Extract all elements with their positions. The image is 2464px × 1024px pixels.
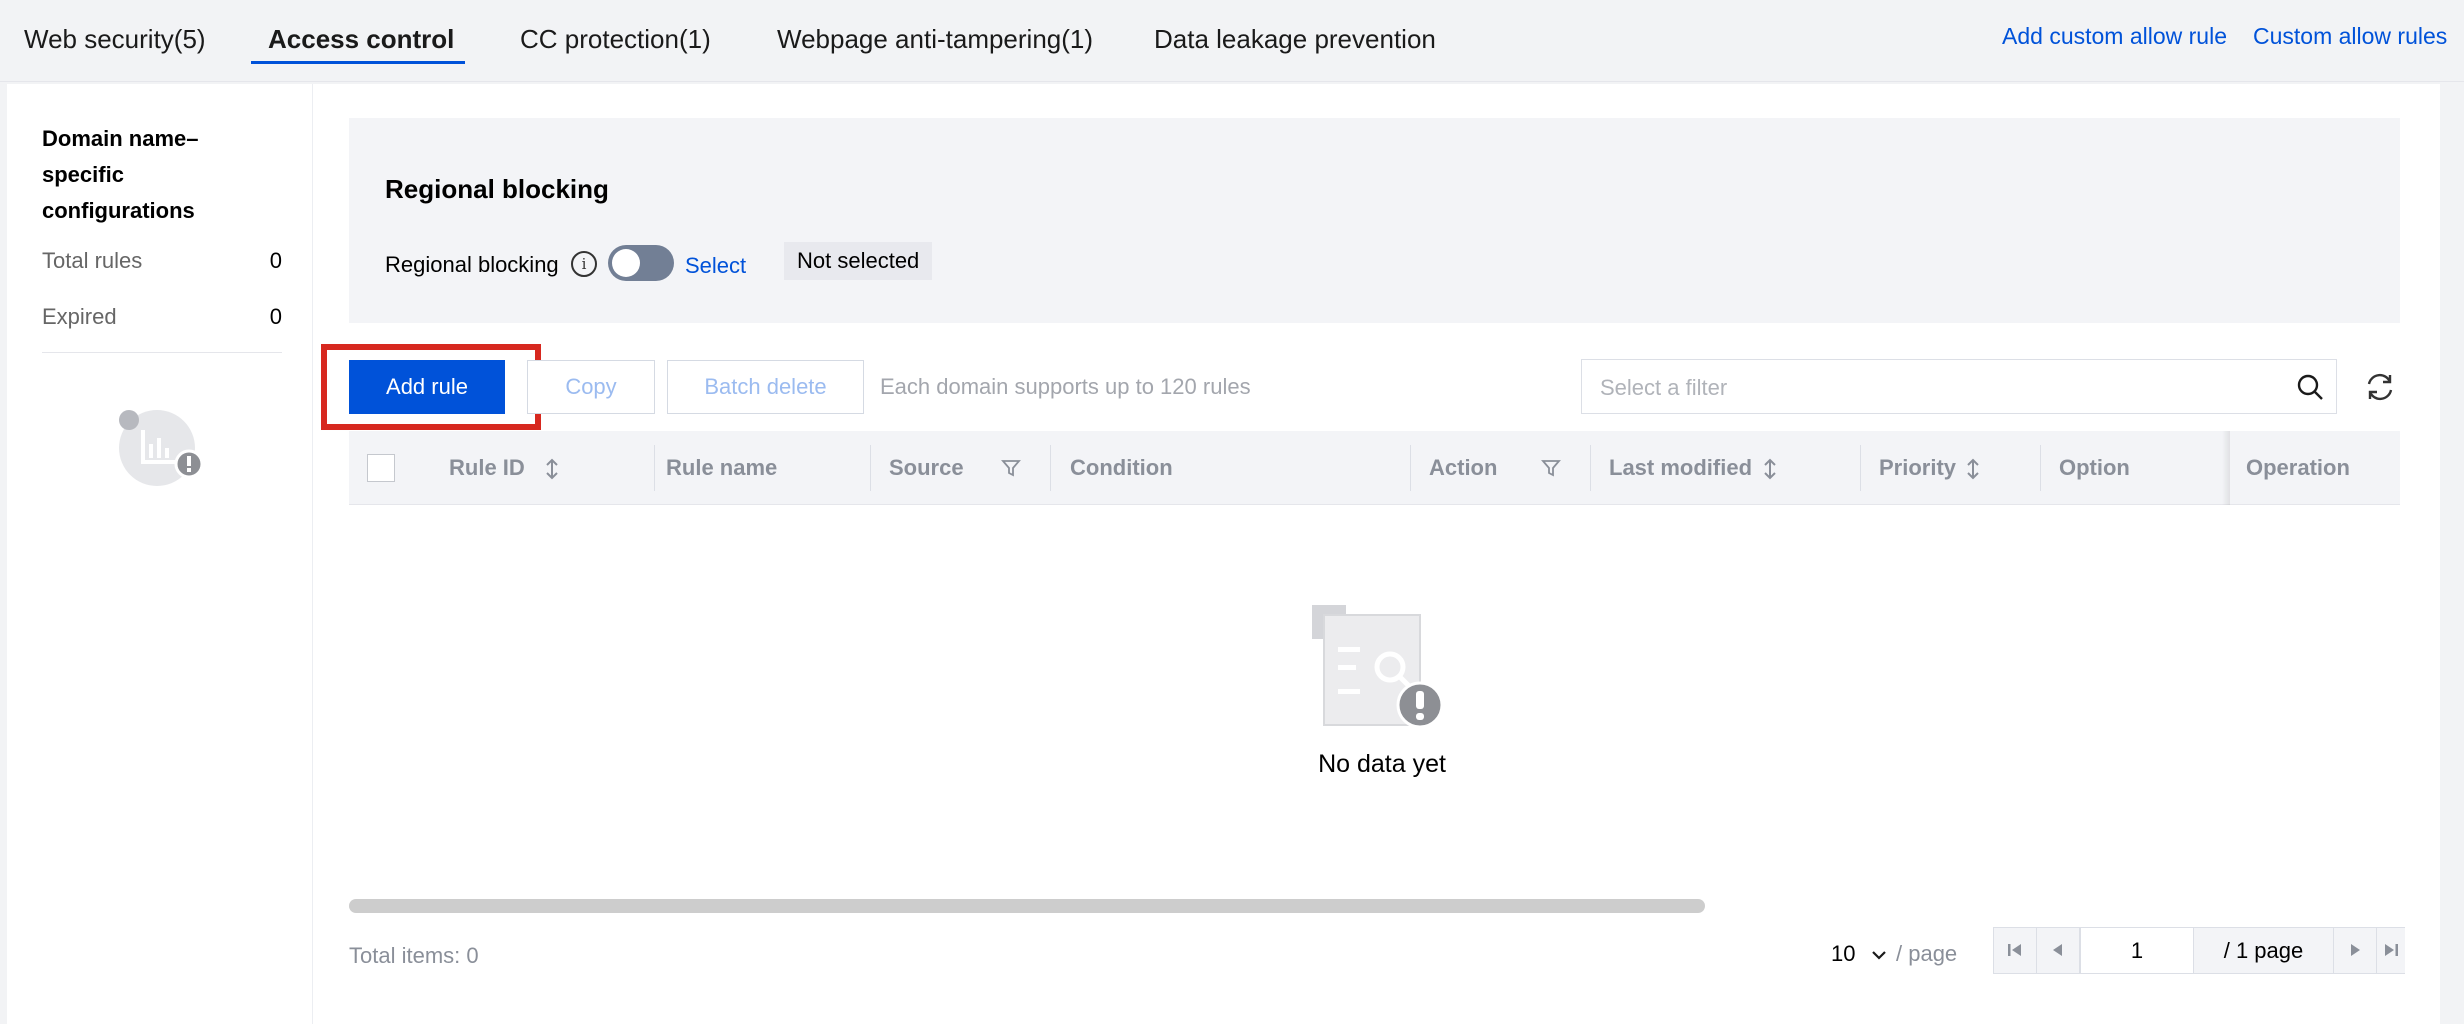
chevron-down-icon[interactable]: [1870, 948, 1888, 962]
first-page-button[interactable]: [1994, 928, 2037, 973]
column-last-modified[interactable]: Last modified: [1609, 431, 1752, 505]
column-separator: [1050, 445, 1051, 491]
sidebar: Domain name–specific configurations Tota…: [7, 84, 313, 1024]
active-tab-indicator: [251, 61, 465, 64]
regional-blocking-card: Regional blocking Regional blocking i Se…: [349, 118, 2400, 323]
column-operation: Operation: [2246, 455, 2350, 480]
tab-data-leakage-prevention[interactable]: Data leakage prevention: [1154, 24, 1436, 55]
region-status-badge: Not selected: [784, 242, 933, 280]
sidebar-divider: [42, 352, 282, 353]
column-source: Source: [889, 455, 964, 480]
tab-access-control[interactable]: Access control: [268, 24, 454, 55]
next-page-icon: [2351, 944, 2360, 956]
column-separator: [654, 445, 655, 491]
regional-blocking-toggle[interactable]: [608, 245, 674, 281]
expired-value: 0: [269, 304, 282, 329]
empty-state-text: No data yet: [1318, 750, 1446, 778]
table-header: Rule ID Rule name Source Condition Actio…: [349, 431, 2400, 505]
select-region-link[interactable]: Select: [685, 253, 746, 279]
sort-icon[interactable]: [1763, 458, 1777, 480]
column-separator: [1860, 445, 1861, 491]
total-pages-label: / 1 page: [2194, 928, 2334, 973]
fixed-column-shadow: [2222, 431, 2230, 505]
toggle-knob: [612, 249, 640, 277]
copy-button[interactable]: Copy: [527, 360, 655, 414]
regional-blocking-title: Regional blocking: [385, 174, 609, 204]
last-page-button[interactable]: [2377, 928, 2405, 973]
custom-allow-rules-link[interactable]: Custom allow rules: [2253, 23, 2447, 50]
select-all-checkbox[interactable]: [367, 454, 395, 482]
column-separator: [1590, 445, 1591, 491]
per-page-label: / page: [1896, 941, 1958, 966]
tab-cc-protection[interactable]: CC protection(1): [520, 24, 711, 55]
page-size-select[interactable]: 10: [1831, 941, 1855, 967]
column-separator: [1410, 445, 1411, 491]
highlight-box: [321, 344, 541, 430]
rule-limit-hint: Each domain supports up to 120 rules: [880, 374, 1251, 399]
refresh-icon[interactable]: [2363, 370, 2397, 404]
batch-delete-button[interactable]: Batch delete: [667, 360, 864, 414]
tab-web-security[interactable]: Web security(5): [24, 24, 206, 55]
column-action: Action: [1429, 455, 1498, 480]
main-panel: Domain name–specific configurations Tota…: [7, 84, 2440, 1024]
empty-chart-icon: [119, 410, 204, 486]
total-items: Total items: 0: [349, 943, 479, 968]
first-page-icon: [2008, 944, 2021, 956]
funnel-icon[interactable]: [1541, 458, 1561, 478]
column-condition: Condition: [1070, 455, 1173, 480]
sort-icon[interactable]: [545, 458, 559, 480]
column-rule-id[interactable]: Rule ID: [449, 431, 525, 505]
prev-page-button[interactable]: [2037, 928, 2080, 973]
sort-icon[interactable]: [1966, 458, 1980, 480]
column-separator: [870, 445, 871, 491]
info-icon[interactable]: i: [571, 251, 597, 277]
filter-input[interactable]: Select a filter: [1581, 359, 2337, 414]
top-tab-bar: Web security(5) Access control CC protec…: [0, 0, 2464, 82]
column-option: Option: [2059, 455, 2130, 480]
funnel-icon[interactable]: [1001, 458, 1021, 478]
prev-page-icon: [2053, 944, 2062, 956]
tab-webpage-anti-tampering[interactable]: Webpage anti-tampering(1): [777, 24, 1093, 55]
empty-data-icon: [1312, 605, 1444, 729]
total-rules-value: 0: [269, 248, 282, 273]
expired-row: Expired 0: [42, 304, 282, 330]
column-separator: [2040, 445, 2041, 491]
total-rules-label: Total rules: [42, 248, 143, 273]
next-page-button[interactable]: [2334, 928, 2377, 973]
column-priority[interactable]: Priority: [1879, 431, 1956, 505]
current-page-input[interactable]: 1: [2080, 928, 2194, 973]
regional-blocking-label: Regional blocking: [385, 252, 559, 277]
filter-placeholder: Select a filter: [1600, 375, 1728, 400]
add-custom-allow-rule-link[interactable]: Add custom allow rule: [2002, 23, 2227, 50]
total-rules-row: Total rules 0: [42, 248, 282, 274]
column-rule-name: Rule name: [666, 455, 778, 480]
expired-label: Expired: [42, 304, 117, 329]
last-page-icon: [2385, 944, 2398, 956]
pagination-control: 1 / 1 page: [1993, 927, 2405, 974]
search-icon[interactable]: [2296, 373, 2324, 401]
sidebar-title: Domain name–specific configurations: [42, 126, 199, 223]
horizontal-scrollbar[interactable]: [349, 899, 1705, 913]
